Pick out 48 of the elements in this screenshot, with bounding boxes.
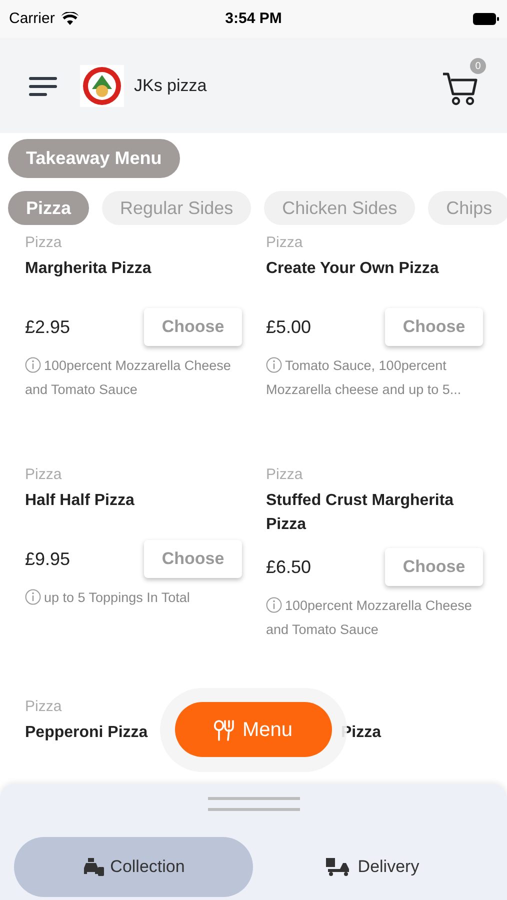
battery-icon: [473, 13, 499, 25]
info-icon: [25, 589, 41, 605]
scooter-icon: [326, 858, 352, 876]
menu-title-badge: Takeaway Menu: [8, 139, 180, 178]
category-tab[interactable]: Pizza: [8, 191, 90, 225]
cart-icon[interactable]: [442, 72, 478, 106]
item-name: Create Your Own Pizza: [266, 260, 439, 277]
order-mode-tab[interactable]: Delivery: [253, 837, 492, 897]
car-icon: [82, 858, 104, 876]
drag-handle[interactable]: [208, 796, 300, 812]
menu-icon[interactable]: [29, 76, 58, 96]
menu-button[interactable]: Menu: [175, 702, 332, 757]
item-price: £5.00: [266, 316, 312, 338]
item-price: £2.95: [25, 316, 70, 338]
item-name: Pizza: [341, 724, 382, 741]
category-tab[interactable]: Chicken Sides: [264, 191, 416, 225]
item-description: up to 5 Toppings In Total: [25, 590, 190, 605]
item-name: Pepperoni Pizza: [25, 724, 148, 741]
item-name: Half Half Pizza: [25, 492, 134, 509]
wifi-icon: [60, 12, 79, 26]
item-category: Pizza: [25, 234, 62, 251]
category-tab[interactable]: Chips: [428, 191, 507, 225]
carrier-label: Carrier: [9, 8, 55, 29]
restaurant-name: JKs pizza: [134, 74, 207, 97]
item-category: Pizza: [266, 234, 303, 251]
status-time: 3:54 PM: [225, 8, 282, 29]
item-description: Tomato Sauce, 100percent Mozzarella cheese and up to 5...: [266, 358, 462, 397]
cart-count-badge: 0: [470, 58, 486, 74]
pizza-logo: [80, 64, 124, 106]
item-category: Pizza: [25, 698, 62, 715]
info-icon: [25, 357, 41, 373]
item-description: 100percent Mozzarella Cheese and Tomato Sauce: [266, 598, 472, 637]
choose-button[interactable]: Choose: [144, 308, 242, 346]
choose-button[interactable]: Choose: [144, 540, 242, 578]
item-category: Pizza: [266, 466, 303, 483]
category-tab[interactable]: Regular Sides: [102, 191, 252, 225]
item-name: Stuffed Crust Margherita Pizza: [266, 492, 454, 533]
info-icon: [266, 357, 282, 373]
choose-button[interactable]: Choose: [385, 308, 483, 346]
info-icon: [266, 597, 282, 613]
item-price: £6.50: [266, 556, 312, 578]
item-category: Pizza: [25, 466, 62, 483]
item-name: Margherita Pizza: [25, 260, 152, 277]
item-description: 100percent Mozzarella Cheese and Tomato Sauce: [25, 358, 231, 397]
order-mode-tab[interactable]: Collection: [14, 837, 253, 897]
choose-button[interactable]: Choose: [385, 548, 483, 586]
item-price: £9.95: [25, 548, 70, 570]
fork-knife-icon: [214, 718, 234, 740]
